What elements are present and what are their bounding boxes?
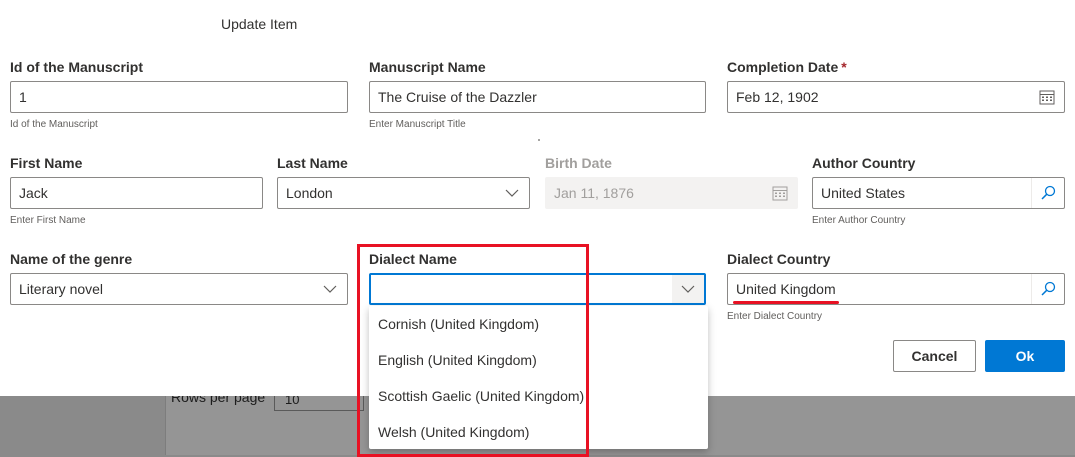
annotation-underline [733,301,839,304]
first-name-helper: Enter First Name [10,215,86,226]
genre-field: Name of the genre Literary novel [10,249,348,305]
chevron-down-icon [681,285,695,293]
author-country-value: United States [821,185,906,201]
completion-date-value: Feb 12, 1902 [736,89,819,105]
manuscript-name-helper: Enter Manuscript Title [369,119,466,130]
manuscript-name-input[interactable]: The Cruise of the Dazzler [369,81,706,113]
completion-date-label-text: Completion Date [727,59,839,75]
last-name-label: Last Name [277,155,348,171]
genre-label: Name of the genre [10,251,133,267]
calendar-icon [772,186,788,201]
manuscript-id-label: Id of the Manuscript [10,59,143,75]
first-name-label: First Name [10,155,83,171]
search-icon [1041,281,1056,296]
annotation-highlight-box [357,244,589,457]
birth-date-label: Birth Date [545,155,612,171]
birth-date-field: Birth Date Jan 11, 1876 [545,153,798,209]
dialect-country-search-button[interactable] [1031,274,1064,304]
author-country-field: Author Country United States Enter Autho… [812,153,1065,227]
cancel-button[interactable]: Cancel [893,340,976,372]
last-name-value: London [286,185,333,201]
author-country-input[interactable]: United States [812,177,1065,209]
calendar-icon[interactable] [1039,89,1055,105]
manuscript-name-label: Manuscript Name [369,59,486,75]
dialog-title: Update Item [221,16,298,32]
genre-dropdown[interactable]: Literary novel [10,273,348,305]
ok-button[interactable]: Ok [985,340,1065,372]
completion-date-input[interactable]: Feb 12, 1902 [727,81,1065,113]
dialect-country-helper: Enter Dialect Country [727,311,823,322]
separator-dot [538,139,540,141]
required-marker: * [841,59,847,75]
manuscript-id-field: Id of the Manuscript 1 Id of the Manuscr… [10,57,348,131]
dialect-country-value: United Kingdom [736,281,836,297]
author-country-label: Author Country [812,155,916,171]
genre-value: Literary novel [19,281,104,297]
author-country-search-button[interactable] [1031,178,1064,208]
manuscript-id-input[interactable]: 1 [10,81,348,113]
first-name-field: First Name Jack Enter First Name [10,153,263,227]
chevron-down-icon [323,285,337,293]
manuscript-name-field: Manuscript Name The Cruise of the Dazzle… [369,57,706,131]
last-name-dropdown[interactable]: London [277,177,530,209]
search-icon [1041,185,1056,200]
dialect-country-field: Dialect Country United Kingdom Enter Dia… [727,249,1065,323]
dialect-name-dropdown-toggle[interactable] [672,275,704,303]
dialect-country-label: Dialect Country [727,251,831,267]
chevron-down-icon [505,189,519,197]
completion-date-label: Completion Date * [727,57,1065,77]
manuscript-id-helper: Id of the Manuscript [10,119,98,130]
birth-date-value: Jan 11, 1876 [554,185,634,201]
birth-date-input: Jan 11, 1876 [545,177,798,209]
first-name-input[interactable]: Jack [10,177,263,209]
last-name-field: Last Name London [277,153,530,209]
author-country-helper: Enter Author Country [812,215,906,226]
completion-date-field: Completion Date * Feb 12, 1902 [727,57,1065,113]
